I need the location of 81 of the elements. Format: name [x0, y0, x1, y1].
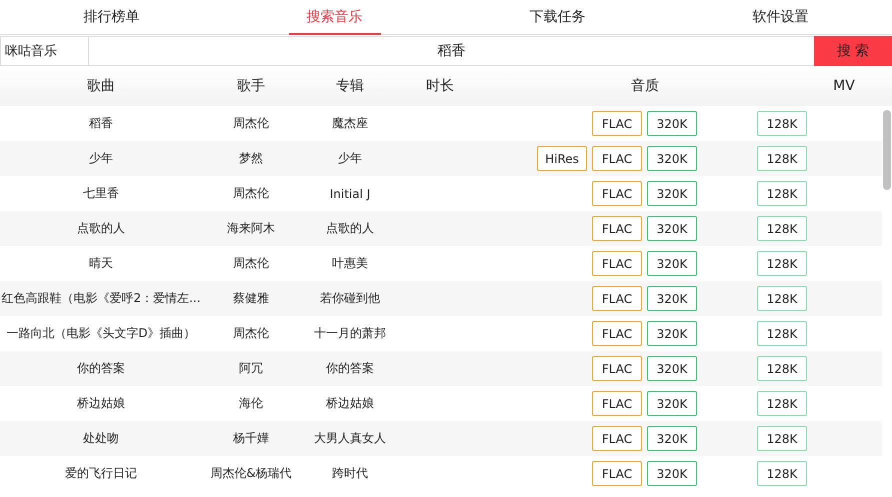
album-name: 你的答案	[326, 360, 374, 377]
quality-button[interactable]: 320K	[647, 391, 697, 416]
album-name: 魔杰座	[332, 115, 368, 132]
quality-button[interactable]: FLAC	[592, 461, 642, 486]
quality-button[interactable]: 320K	[647, 181, 697, 206]
quality-button[interactable]: 320K	[647, 321, 697, 346]
quality-button[interactable]: 128K	[757, 426, 807, 451]
singer-name: 周杰伦	[233, 255, 269, 272]
album-name: 叶惠美	[332, 255, 368, 272]
quality-button[interactable]: 320K	[647, 146, 697, 171]
scrollbar-thumb[interactable]	[883, 110, 891, 190]
album-name: 大男人真女人	[314, 430, 386, 447]
quality-button[interactable]: 320K	[647, 251, 697, 276]
quality-button[interactable]: FLAC	[592, 251, 642, 276]
song-title: 晴天	[89, 255, 113, 272]
song-title: 爱的飞行日记	[65, 465, 137, 482]
quality-button[interactable]: FLAC	[592, 111, 642, 136]
tab[interactable]: 软件设置	[669, 0, 892, 34]
column-header: 专辑	[336, 77, 364, 95]
tab[interactable]: 搜索音乐	[223, 0, 446, 34]
quality-button[interactable]: 128K	[757, 356, 807, 381]
album-name: 桥边姑娘	[326, 395, 374, 412]
song-title: 七里香	[83, 185, 119, 202]
album-name: 少年	[338, 150, 362, 167]
quality-button[interactable]: 128K	[757, 286, 807, 311]
quality-button[interactable]: FLAC	[592, 356, 642, 381]
quality-button[interactable]: FLAC	[592, 426, 642, 451]
album-name: 十一月的萧邦	[314, 325, 386, 342]
quality-button[interactable]: 128K	[757, 461, 807, 486]
singer-name: 海伦	[239, 395, 263, 412]
album-name: 跨时代	[332, 465, 368, 482]
source-selector[interactable]: 咪咕音乐	[0, 36, 89, 66]
quality-button[interactable]: 320K	[647, 216, 697, 241]
album-name: 若你碰到他	[320, 290, 380, 307]
column-header: 歌手	[237, 77, 265, 95]
quality-button[interactable]: FLAC	[592, 146, 642, 171]
singer-name: 梦然	[239, 150, 263, 167]
song-title: 桥边姑娘	[77, 395, 125, 412]
column-header: 时长	[426, 77, 454, 95]
tab[interactable]: 排行榜单	[0, 0, 223, 34]
album-name: Initial J	[330, 186, 370, 200]
quality-button[interactable]: 128K	[757, 181, 807, 206]
song-title: 一路向北（电影《头文字D》插曲）	[6, 325, 196, 342]
quality-button[interactable]: 128K	[757, 321, 807, 346]
singer-name: 周杰伦	[233, 115, 269, 132]
tab[interactable]: 下载任务	[446, 0, 669, 34]
quality-button[interactable]: 320K	[647, 111, 697, 136]
quality-button[interactable]: 320K	[647, 461, 697, 486]
quality-button[interactable]: 128K	[757, 251, 807, 276]
quality-button[interactable]: 320K	[647, 426, 697, 451]
quality-button[interactable]: FLAC	[592, 286, 642, 311]
search-button[interactable]: 搜 索	[814, 36, 892, 66]
song-title: 点歌的人	[77, 220, 125, 237]
quality-button[interactable]: FLAC	[592, 216, 642, 241]
quality-button[interactable]: 320K	[647, 286, 697, 311]
quality-button[interactable]: FLAC	[592, 181, 642, 206]
quality-button[interactable]: 128K	[757, 216, 807, 241]
quality-button[interactable]: 128K	[757, 391, 807, 416]
song-title: 少年	[89, 150, 113, 167]
quality-button[interactable]: FLAC	[592, 321, 642, 346]
column-header: 音质	[631, 77, 659, 95]
singer-name: 周杰伦	[233, 185, 269, 202]
song-title: 红色高跟鞋（电影《爱呼2：爱情左...	[1, 290, 201, 307]
quality-button[interactable]: 128K	[757, 146, 807, 171]
search-field[interactable]: 稻香	[89, 36, 814, 66]
singer-name: 蔡健雅	[233, 290, 269, 307]
singer-name: 阿冗	[239, 360, 263, 377]
column-header: MV	[833, 78, 855, 94]
song-title: 稻香	[89, 115, 113, 132]
column-header: 歌曲	[87, 77, 115, 95]
singer-name: 海来阿木	[227, 220, 275, 237]
singer-name: 周杰伦&杨瑞代	[210, 465, 292, 482]
singer-name: 周杰伦	[233, 325, 269, 342]
song-title: 你的答案	[77, 360, 125, 377]
quality-button[interactable]: HiRes	[537, 146, 587, 171]
album-name: 点歌的人	[326, 220, 374, 237]
quality-button[interactable]: 128K	[757, 111, 807, 136]
song-title: 处处吻	[83, 430, 119, 447]
singer-name: 杨千嬅	[233, 430, 269, 447]
quality-button[interactable]: FLAC	[592, 391, 642, 416]
quality-button[interactable]: 320K	[647, 356, 697, 381]
